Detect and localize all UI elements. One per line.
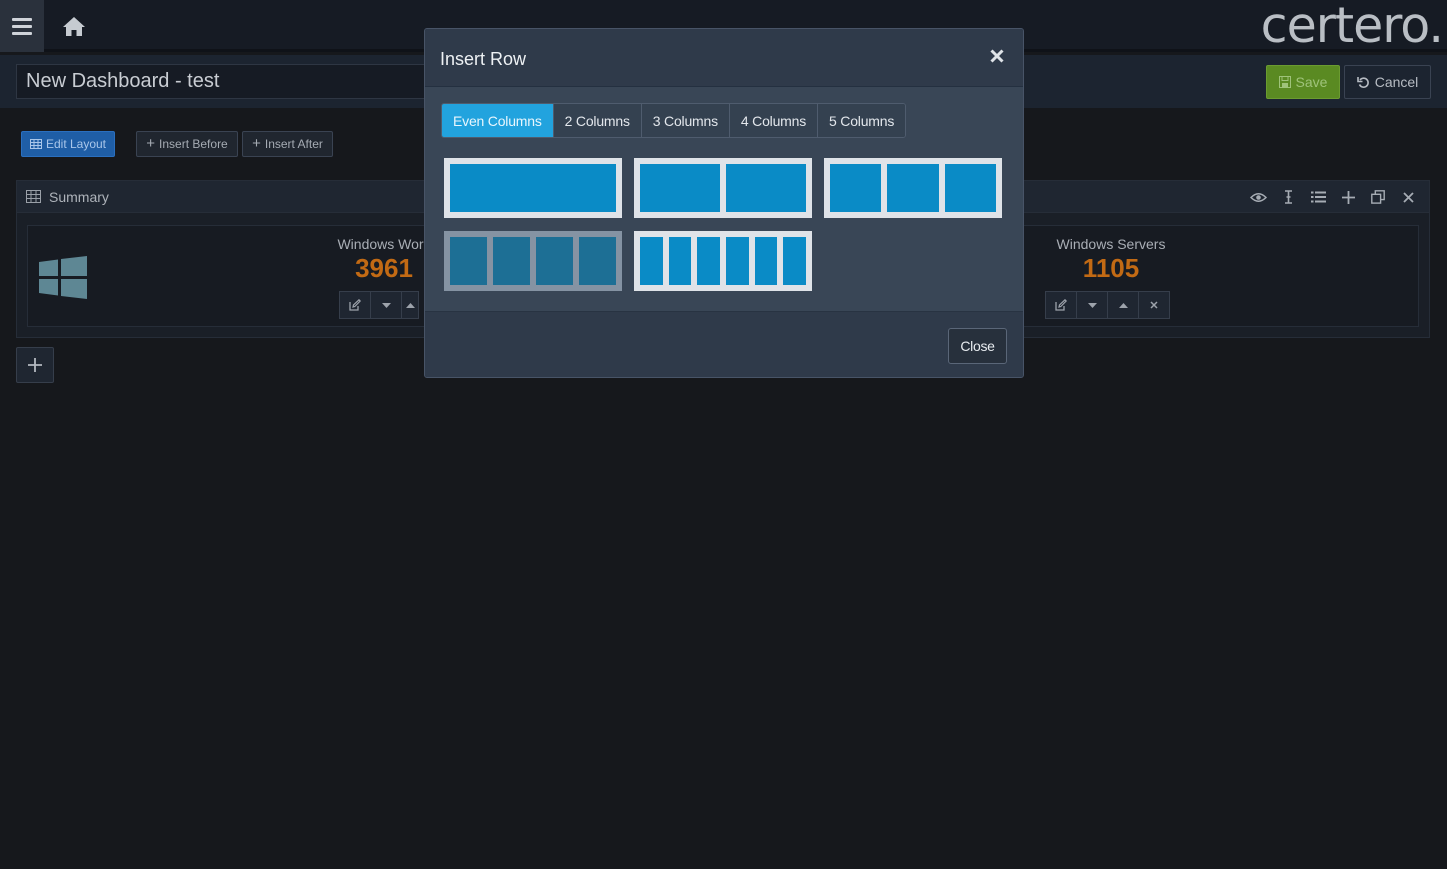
layout-option-4-columns[interactable] (444, 231, 622, 291)
resize-height-button[interactable] (1273, 186, 1303, 208)
widget-windows-servers: Windows Servers 1105 (1041, 236, 1181, 284)
caret-down-icon (381, 302, 391, 308)
layout-column (536, 237, 573, 285)
save-icon (1278, 76, 1291, 88)
home-button[interactable] (58, 12, 90, 40)
add-widget-button[interactable] (1333, 186, 1363, 208)
edit-layout-label: Edit Layout (45, 137, 107, 151)
move-down-button[interactable] (370, 291, 402, 319)
menu-icon (12, 16, 32, 37)
layout-option-6-columns[interactable] (634, 231, 812, 291)
tab-5-columns[interactable]: 5 Columns (818, 104, 906, 137)
undo-icon (1356, 76, 1369, 88)
edit-widget-button[interactable] (339, 291, 371, 319)
layout-column (944, 164, 996, 212)
plus-icon (1341, 190, 1355, 204)
layout-column (579, 237, 616, 285)
remove-widget-button[interactable] (1138, 291, 1170, 319)
layout-option-2-columns[interactable] (634, 158, 812, 218)
move-up-button[interactable] (1107, 291, 1139, 319)
layout-column (697, 237, 721, 285)
panel-tools (1243, 186, 1423, 208)
menu-button[interactable] (0, 0, 44, 52)
layout-column (668, 237, 692, 285)
layout-column (783, 237, 807, 285)
edit-icon (1055, 299, 1067, 311)
grid-icon (29, 139, 42, 149)
edit-widget-button[interactable] (1045, 291, 1077, 319)
move-down-button[interactable] (1076, 291, 1108, 319)
plus-icon (28, 358, 42, 372)
layout-column (640, 164, 720, 212)
edit-icon (349, 299, 361, 311)
widget-controls (1045, 291, 1170, 319)
widget-label: Windows Servers (1056, 236, 1166, 252)
tab-even-columns[interactable]: Even Columns (442, 104, 554, 137)
modal-header: Insert Row (425, 29, 1023, 87)
save-button[interactable]: Save (1266, 65, 1340, 99)
close-icon (1150, 301, 1158, 309)
tab-2-columns[interactable]: 2 Columns (553, 104, 642, 137)
eye-icon (1249, 192, 1267, 202)
modal-footer: Close (425, 311, 1023, 377)
insert-after-button[interactable]: + Insert After (242, 131, 333, 157)
save-label: Save (1295, 74, 1328, 90)
layout-column (726, 237, 749, 285)
tab-4-columns[interactable]: 4 Columns (729, 104, 819, 137)
home-icon (63, 16, 85, 36)
layout-column (450, 164, 616, 212)
layout-column (887, 164, 939, 212)
modal-title: Insert Row (440, 49, 527, 69)
list-icon (1310, 191, 1326, 203)
close-icon (1402, 191, 1414, 203)
visibility-button[interactable] (1243, 186, 1273, 208)
modal-body: Even Columns 2 Columns 3 Columns 4 Colum… (425, 87, 1023, 311)
edit-layout-button[interactable]: Edit Layout (21, 131, 115, 157)
widget-controls (339, 291, 419, 319)
caret-down-icon (1087, 302, 1097, 308)
insert-after-label: Insert After (264, 137, 323, 151)
plus-icon: + (252, 135, 261, 152)
duplicate-button[interactable] (1363, 186, 1393, 208)
brand-logo: certero. (1260, 0, 1444, 54)
insert-before-label: Insert Before (159, 137, 228, 151)
layout-column (493, 237, 530, 285)
layout-column (450, 237, 487, 285)
tab-3-columns[interactable]: 3 Columns (641, 104, 730, 137)
layout-option-3-columns[interactable] (824, 158, 1002, 218)
caret-up-icon (1118, 302, 1128, 308)
layout-column (726, 164, 806, 212)
caret-up-icon (405, 302, 415, 308)
move-up-button[interactable] (401, 291, 419, 319)
layout-column (830, 164, 882, 212)
layout-column (754, 237, 778, 285)
plus-icon: + (146, 135, 156, 152)
modal-close-button[interactable] (987, 46, 1007, 66)
copy-icon (1371, 190, 1385, 204)
layout-column (640, 237, 663, 285)
column-tabs: Even Columns 2 Columns 3 Columns 4 Colum… (441, 103, 907, 138)
text-cursor-icon (1284, 190, 1292, 204)
dashboard-title-input[interactable]: New Dashboard - test (16, 64, 436, 99)
add-row-button[interactable] (16, 347, 54, 383)
widget-value: 1105 (1082, 253, 1140, 283)
close-icon (990, 49, 1004, 63)
layout-option-1-column[interactable] (444, 158, 622, 218)
grid-icon (26, 190, 41, 203)
cancel-button[interactable]: Cancel (1344, 65, 1431, 99)
insert-row-modal: Insert Row Even Columns 2 Columns 3 Colu… (424, 28, 1024, 378)
insert-before-button[interactable]: + Insert Before (136, 131, 238, 157)
cancel-label: Cancel (1374, 74, 1419, 90)
windows-logo-icon (39, 256, 87, 299)
close-button[interactable]: Close (948, 328, 1007, 364)
panel-title: Summary (49, 189, 109, 205)
remove-panel-button[interactable] (1393, 186, 1423, 208)
list-button[interactable] (1303, 186, 1333, 208)
